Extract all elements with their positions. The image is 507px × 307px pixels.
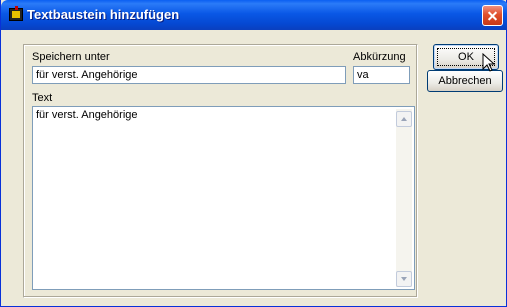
window-title: Textbaustein hinzufügen — [27, 7, 180, 22]
abbreviation-input[interactable]: va — [353, 66, 410, 84]
text-label: Text — [32, 92, 53, 104]
text-area-content: für verst. Angehörige — [36, 109, 138, 121]
save-under-input[interactable]: für verst. Angehörige — [32, 66, 346, 84]
scroll-up-icon[interactable] — [396, 111, 412, 127]
vertical-scrollbar[interactable] — [396, 109, 412, 287]
close-icon[interactable] — [482, 5, 503, 26]
mouse-pointer-icon — [482, 53, 496, 72]
title-bar[interactable]: Textbaustein hinzufügen — [1, 0, 507, 30]
app-icon — [9, 6, 23, 21]
scroll-down-icon[interactable] — [396, 271, 412, 287]
cancel-button[interactable]: Abbrechen — [427, 70, 503, 92]
dialog-window: Textbaustein hinzufügen Speichern unter … — [0, 0, 507, 307]
abbreviation-label: Abkürzung — [353, 51, 406, 63]
save-under-label: Speichern unter — [32, 51, 110, 63]
ok-button-label: OK — [458, 51, 474, 63]
cancel-button-label: Abbrechen — [438, 75, 492, 87]
text-area[interactable]: für verst. Angehörige — [32, 106, 415, 290]
